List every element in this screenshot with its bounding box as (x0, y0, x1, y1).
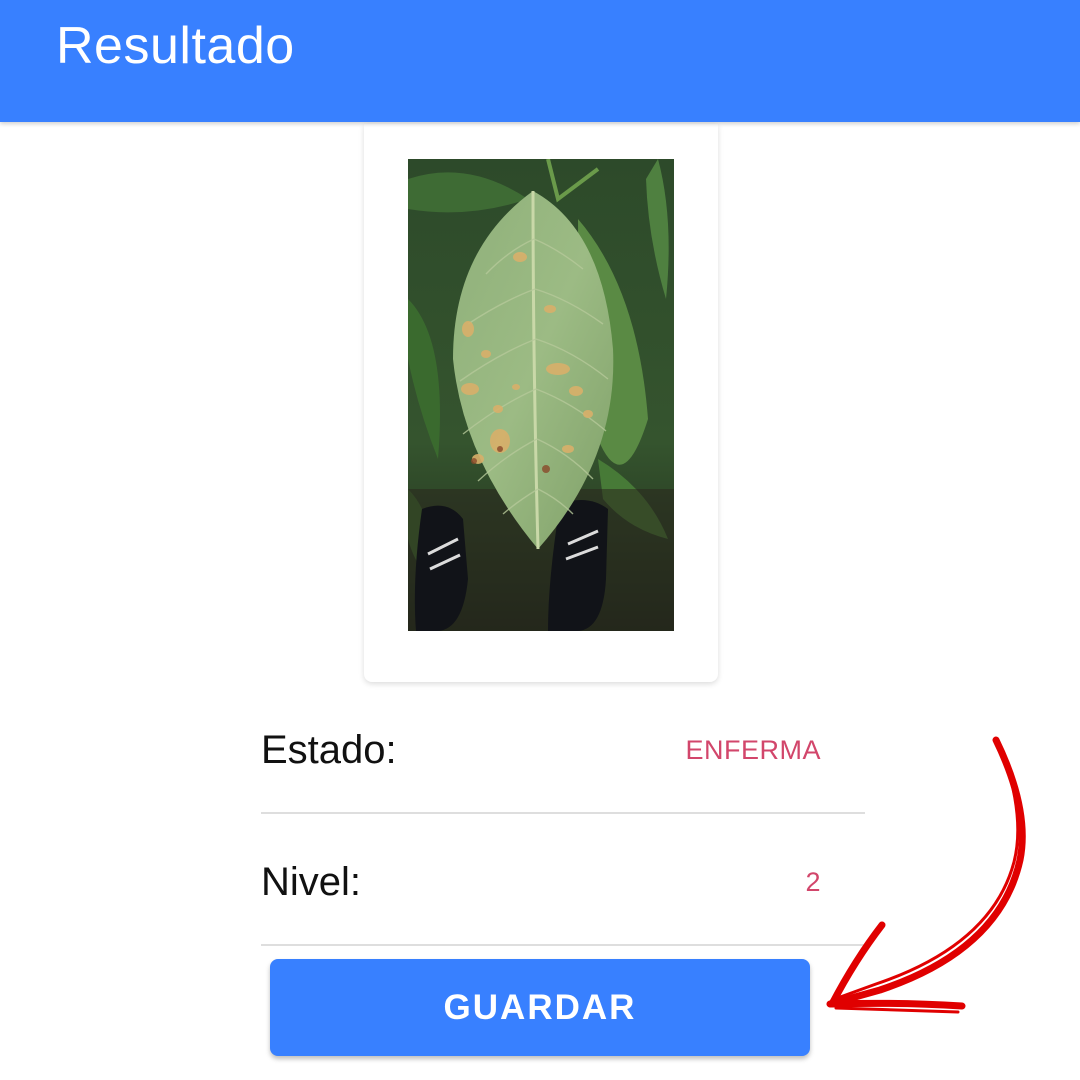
result-screen: Resultado Estado: ENFERMA Nivel: 2 GUARD… (0, 0, 1080, 1080)
image-card (364, 124, 718, 682)
estado-row: Estado: ENFERMA (261, 682, 865, 814)
nivel-value: 2 (805, 867, 821, 897)
save-button[interactable]: GUARDAR (270, 959, 810, 1056)
leaf-photo-graphic (408, 159, 674, 631)
page-title: Resultado (56, 17, 295, 75)
estado-value: ENFERMA (685, 735, 821, 765)
estado-label: Estado: (261, 728, 397, 772)
app-toolbar: Resultado (0, 0, 1080, 122)
nivel-row: Nivel: 2 (261, 814, 865, 946)
nivel-label: Nivel: (261, 860, 362, 904)
leaf-photo (408, 159, 674, 631)
